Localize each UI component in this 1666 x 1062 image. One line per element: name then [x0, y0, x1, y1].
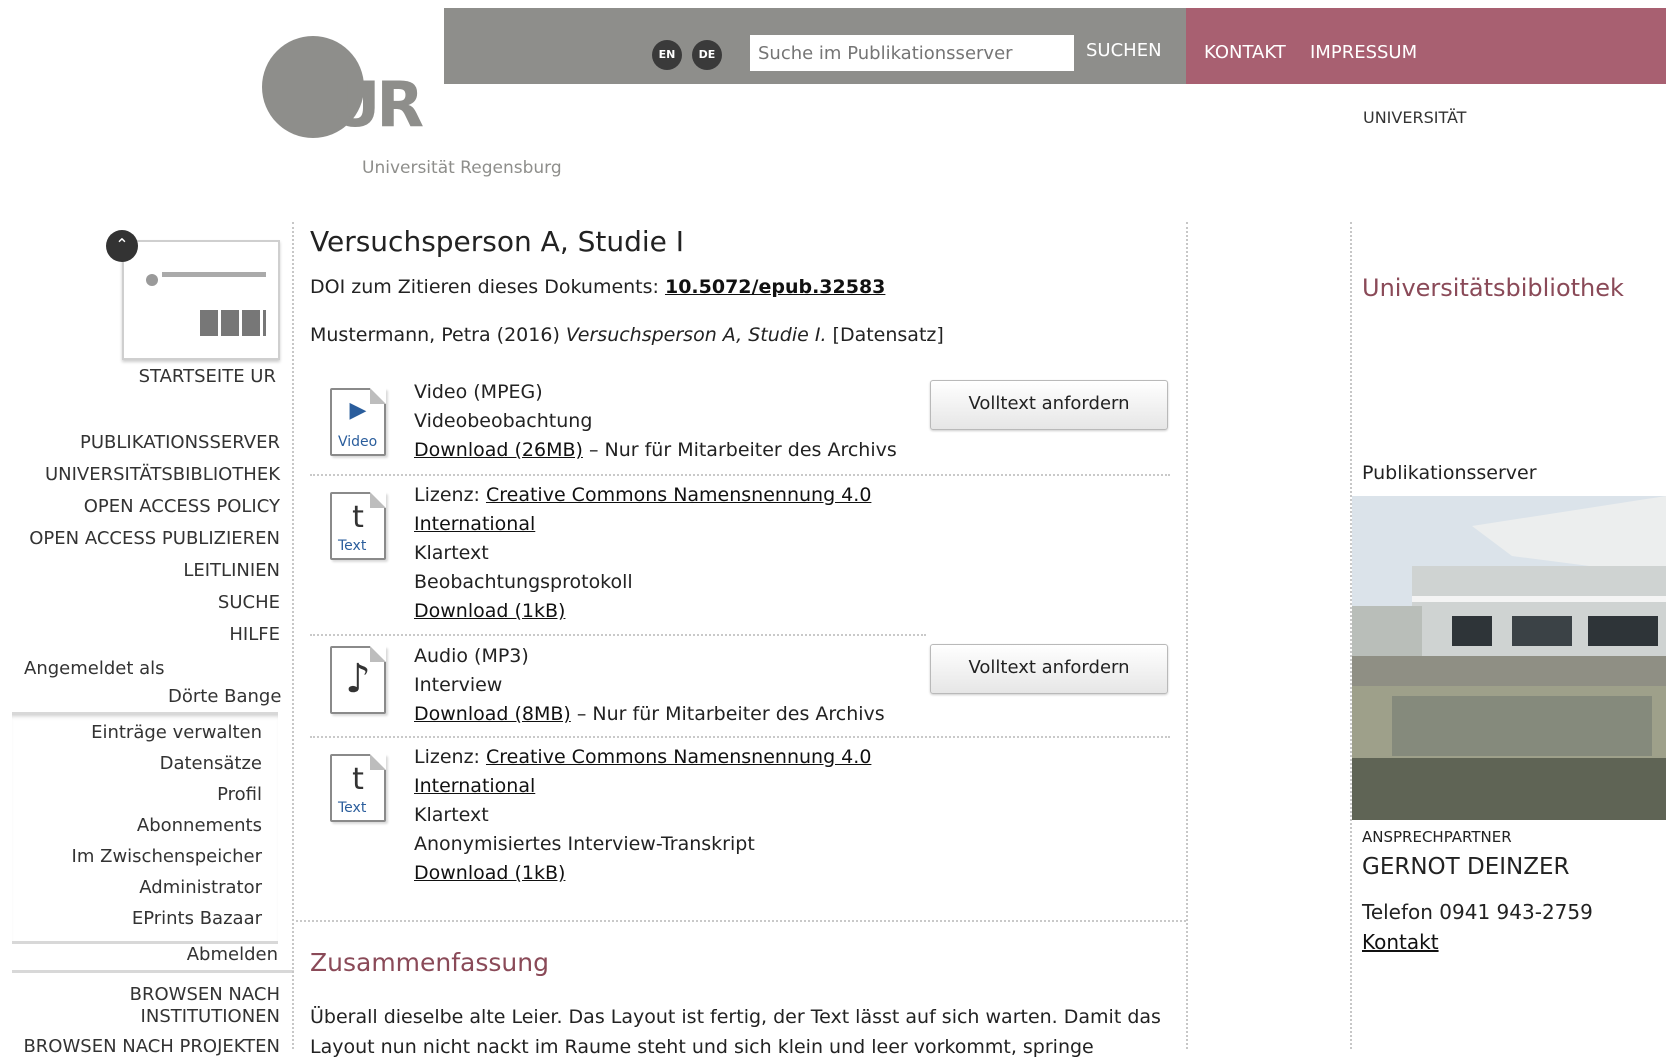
library-title[interactable]: Universitätsbibliothek: [1362, 274, 1624, 302]
widget-dot-icon: [146, 274, 158, 286]
video-file-icon[interactable]: ▶ Video: [330, 388, 386, 456]
license-label: Lizenz:: [414, 484, 486, 506]
license-row: International: [414, 510, 871, 539]
account-item-eprints-bazaar[interactable]: EPrints Bazaar: [132, 908, 262, 929]
document-description: Interview: [414, 674, 503, 696]
logo-text[interactable]: UR: [330, 68, 424, 141]
text-file-icon[interactable]: t Text: [330, 754, 386, 822]
document-download-row: Download (1kB): [414, 597, 871, 626]
document-format: Audio (MP3): [414, 645, 529, 667]
sidebar-item-leitlinien[interactable]: LEITLINIEN: [183, 560, 280, 581]
request-fulltext-button[interactable]: Volltext anfordern: [930, 644, 1168, 694]
lang-en-button[interactable]: EN: [652, 40, 682, 70]
widget-line: [162, 272, 266, 277]
citation-author: Mustermann, Petra (2016): [310, 324, 560, 346]
divider: [310, 474, 1170, 476]
sidebar-item-hilfe[interactable]: HILFE: [229, 624, 280, 645]
document-download-row: Download (1kB): [414, 859, 871, 888]
document-audio: Audio (MP3) Interview Download (8MB) – N…: [414, 642, 885, 729]
citation-type: [Datensatz]: [832, 324, 944, 346]
download-link[interactable]: Download (8MB): [414, 703, 571, 725]
account-item-administrator[interactable]: Administrator: [139, 877, 262, 898]
license-label: Lizenz:: [414, 746, 486, 768]
document-description: Anonymisiertes Interview-Transkript: [414, 833, 755, 855]
license-row: Lizenz: Creative Commons Namensnennung 4…: [414, 481, 871, 510]
document-description: Beobachtungsprotokoll: [414, 571, 633, 593]
download-link[interactable]: Download (1kB): [414, 862, 565, 884]
access-note: – Nur für Mitarbeiter des Archivs: [570, 703, 885, 725]
divider: [310, 736, 1170, 738]
document-download-row: Download (26MB) – Nur für Mitarbeiter de…: [414, 436, 897, 465]
account-item-eintraege[interactable]: Einträge verwalten: [91, 722, 262, 743]
contact-phone: Telefon 0941 943-2759: [1362, 900, 1593, 924]
kontakt-link[interactable]: KONTAKT: [1204, 42, 1286, 63]
logo-subtitle[interactable]: Universität Regensburg: [362, 158, 562, 178]
sidebar-item-open-access-policy[interactable]: OPEN ACCESS POLICY: [84, 496, 280, 517]
university-building-photo: [1352, 496, 1666, 820]
icon-caption: Video: [338, 434, 378, 450]
document-format: Klartext: [414, 542, 489, 564]
universitaet-link[interactable]: UNIVERSITÄT: [1363, 108, 1466, 127]
account-item-profil[interactable]: Profil: [217, 784, 262, 805]
lang-de-button[interactable]: DE: [692, 40, 722, 70]
impressum-link[interactable]: IMPRESSUM: [1310, 42, 1417, 63]
license-link[interactable]: International: [414, 775, 535, 797]
publication-server-label: Publikationsserver: [1362, 462, 1537, 484]
divider: [310, 634, 926, 636]
document-format: Video (MPEG): [414, 381, 543, 403]
search-button[interactable]: SUCHEN: [1086, 40, 1162, 61]
license-link[interactable]: Creative Commons Namensnennung 4.0: [486, 746, 871, 768]
grid-icon: [200, 310, 266, 336]
download-link[interactable]: Download (1kB): [414, 600, 565, 622]
sidebar-item-browse-projects[interactable]: BROWSEN NACH PROJEKTEN: [23, 1036, 280, 1057]
document-text-1: Lizenz: Creative Commons Namensnennung 4…: [414, 481, 871, 626]
divider: [292, 222, 294, 1049]
license-row: International: [414, 772, 871, 801]
account-item-zwischenspeicher[interactable]: Im Zwischenspeicher: [72, 846, 262, 867]
text-file-icon[interactable]: t Text: [330, 492, 386, 560]
logout-link[interactable]: Abmelden: [187, 944, 278, 965]
license-link[interactable]: Creative Commons Namensnennung 4.0: [486, 484, 871, 506]
summary-heading: Zusammenfassung: [310, 948, 549, 977]
icon-caption: Text: [338, 800, 367, 816]
access-note: – Nur für Mitarbeiter des Archivs: [582, 439, 897, 461]
contact-name: GERNOT DEINZER: [1362, 854, 1570, 880]
icon-caption: Text: [338, 538, 367, 554]
divider: [1186, 222, 1188, 1049]
license-row: Lizenz: Creative Commons Namensnennung 4…: [414, 743, 871, 772]
account-item-abonnements[interactable]: Abonnements: [137, 815, 262, 836]
page-title: Versuchsperson A, Studie I: [310, 225, 685, 258]
sidebar-item-browse-institutions[interactable]: BROWSEN NACH INSTITUTIONEN: [20, 984, 280, 1028]
doi-label: DOI zum Zitieren dieses Dokuments:: [310, 276, 659, 298]
collapse-toggle-icon[interactable]: ⌃: [106, 230, 138, 262]
contact-link[interactable]: Kontakt: [1362, 930, 1439, 954]
document-format: Klartext: [414, 804, 489, 826]
doi-line: DOI zum Zitieren dieses Dokuments: 10.50…: [310, 276, 885, 298]
summary-text: Überall dieselbe alte Leier. Das Layout …: [310, 1006, 1161, 1058]
account-item-datensaetze[interactable]: Datensätze: [160, 753, 262, 774]
sidebar-item-universitaetsbibliothek[interactable]: UNIVERSITÄTSBIBLIOTHEK: [45, 464, 280, 485]
document-video: Video (MPEG) Videobeobachtung Download (…: [414, 378, 897, 465]
user-name: Dörte Bange: [168, 686, 282, 707]
license-link[interactable]: International: [414, 513, 535, 535]
sidebar-item-publikationsserver[interactable]: PUBLIKATIONSSERVER: [80, 432, 280, 453]
sidebar-item-startseite[interactable]: STARTSEITE UR: [139, 366, 276, 387]
document-text-2: Lizenz: Creative Commons Namensnennung 4…: [414, 743, 871, 888]
divider: [296, 920, 1186, 922]
contact-label: ANSPRECHPARTNER: [1362, 828, 1512, 846]
search-input[interactable]: [750, 35, 1074, 71]
divider: [12, 970, 294, 973]
sidebar-item-open-access-publizieren[interactable]: OPEN ACCESS PUBLIZIEREN: [29, 528, 280, 549]
audio-file-icon[interactable]: ♪: [330, 646, 386, 714]
request-fulltext-button[interactable]: Volltext anfordern: [930, 380, 1168, 430]
document-download-row: Download (8MB) – Nur für Mitarbeiter des…: [414, 700, 885, 729]
citation: Mustermann, Petra (2016) Versuchsperson …: [310, 324, 944, 346]
document-description: Videobeobachtung: [414, 410, 593, 432]
layout-widget[interactable]: [122, 240, 280, 360]
doi-link[interactable]: 10.5072/epub.32583: [665, 276, 885, 298]
logged-in-label: Angemeldet als: [24, 658, 165, 679]
citation-title: Versuchsperson A, Studie I.: [565, 324, 827, 346]
download-link[interactable]: Download (26MB): [414, 439, 583, 461]
sidebar-item-suche[interactable]: SUCHE: [218, 592, 280, 613]
